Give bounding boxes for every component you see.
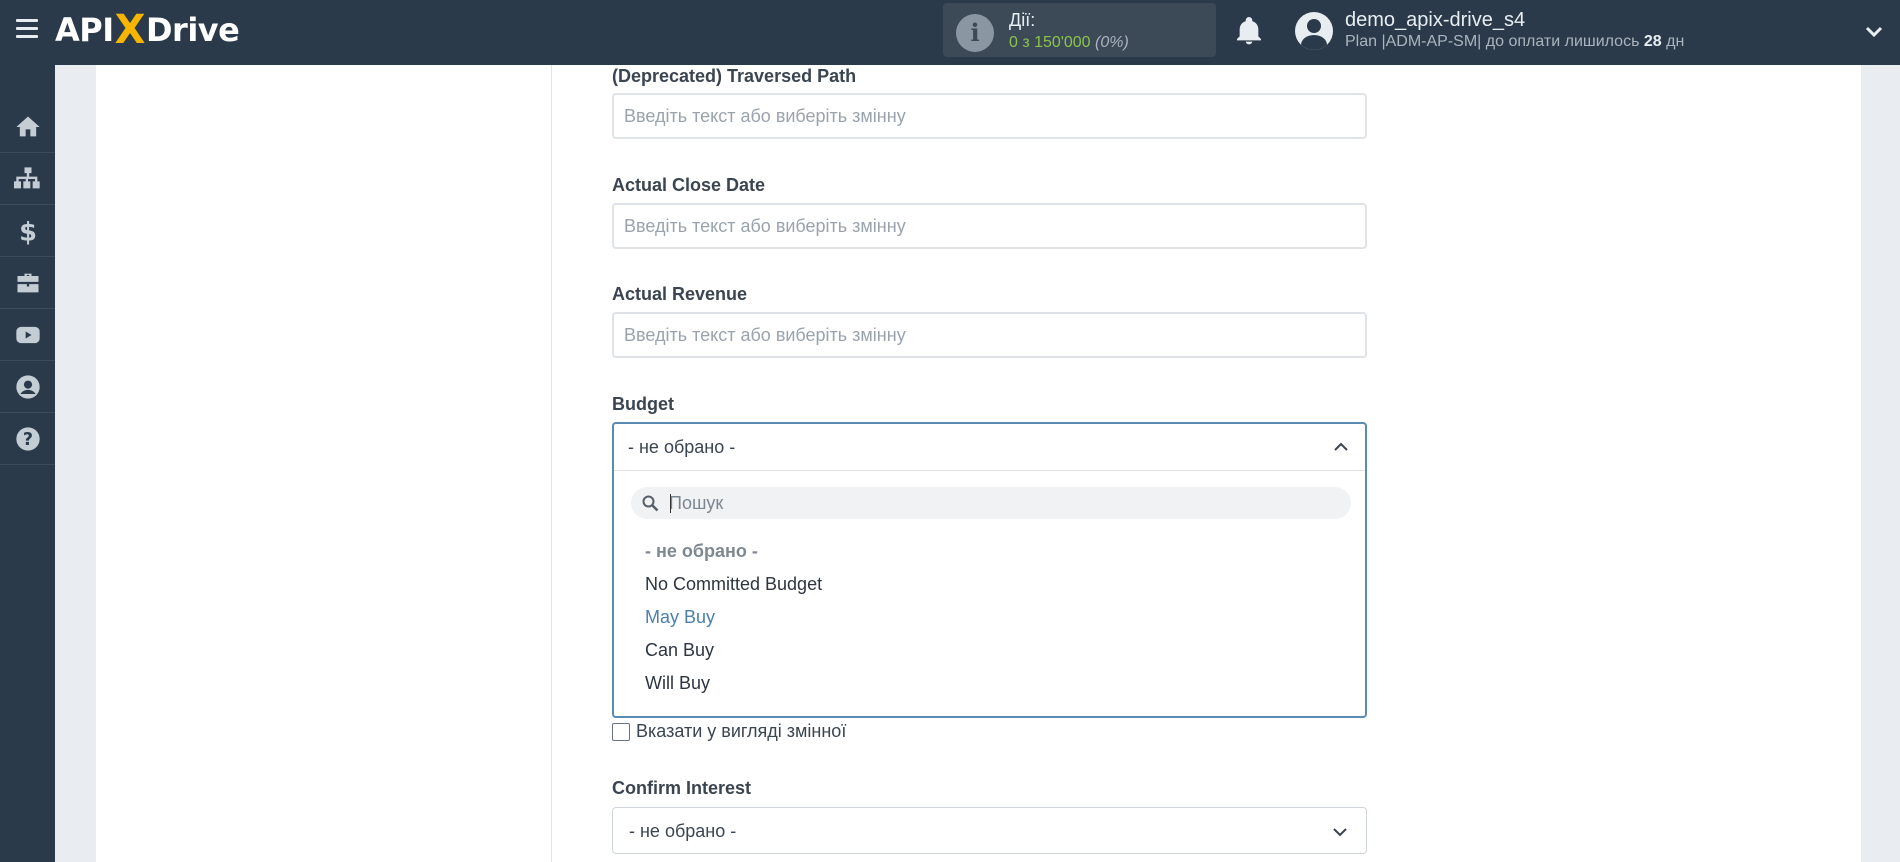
budget-label: Budget [612, 394, 674, 414]
sidebar-item-home[interactable] [0, 101, 55, 153]
variable-checkbox-row[interactable]: Вказати у вигляді змінної [612, 721, 846, 742]
home-icon [15, 116, 40, 136]
variable-checkbox[interactable] [612, 722, 630, 741]
chevron-down-icon[interactable] [1862, 20, 1886, 44]
logo-text-left: API [55, 11, 114, 49]
traversed-path-label: (Deprecated) Traversed Path [612, 66, 857, 86]
briefcase-icon [17, 273, 38, 292]
logo-text-right: Drive [145, 11, 240, 49]
budget-option-may-buy[interactable]: May Buy [645, 607, 715, 628]
hamburger-menu-icon[interactable] [16, 19, 38, 39]
plan-days: 28 [1643, 33, 1662, 50]
youtube-icon [15, 326, 40, 343]
budget-search-input[interactable] [669, 490, 1339, 516]
budget-option-will-buy[interactable]: Will Buy [645, 673, 710, 694]
actual-revenue-label: Actual Revenue [612, 284, 748, 304]
budget-select[interactable]: - не обрано - [614, 424, 1365, 471]
sidebar-item-billing[interactable]: $ [0, 205, 55, 257]
left-panel [96, 65, 551, 862]
actions-counter[interactable]: i Дії: 0 з 150'000 (0%) [943, 3, 1216, 57]
variable-checkbox-label[interactable]: Вказати у вигляді змінної [636, 721, 846, 742]
dollar-icon: $ [19, 217, 37, 245]
actual-close-date-label: Actual Close Date [612, 175, 766, 195]
budget-option-none[interactable]: - не обрано - [645, 541, 758, 562]
user-plan: Plan |ADM-AP-SM| до оплати лишилось 28 д… [1345, 33, 1684, 51]
apix-drive-logo[interactable]: API X Drive [55, 6, 240, 54]
sidebar: $ ? [0, 65, 55, 862]
text-cursor [670, 494, 671, 513]
svg-text:?: ? [22, 429, 32, 449]
user-name[interactable]: demo_apix-drive_s4 [1345, 9, 1525, 32]
confirm-interest-label: Confirm Interest [612, 778, 752, 798]
traversed-path-input[interactable] [612, 93, 1367, 139]
help-icon: ? [15, 426, 40, 451]
confirm-interest-selected-value: - не обрано - [629, 821, 737, 841]
sidebar-item-video[interactable] [0, 309, 55, 361]
confirm-interest-select[interactable]: - не обрано - [612, 807, 1367, 854]
actions-count: 0 з 150'000 [1009, 34, 1091, 51]
budget-option-no-committed[interactable]: No Committed Budget [645, 574, 822, 595]
svg-text:$: $ [19, 217, 37, 245]
budget-option-can-buy[interactable]: Can Buy [645, 640, 714, 661]
search-icon [642, 495, 659, 512]
sidebar-item-connections[interactable] [0, 153, 55, 205]
plan-prefix: Plan |ADM-AP-SM| до оплати лишилось [1345, 33, 1640, 50]
top-bar: API X Drive i Дії: 0 з 150'000 (0%) demo_a… [0, 0, 1900, 65]
actual-close-date-input[interactable] [612, 203, 1367, 249]
info-icon: i [956, 14, 994, 52]
sidebar-item-help[interactable]: ? [0, 413, 55, 465]
chevron-down-icon [1333, 828, 1347, 837]
actual-revenue-input[interactable] [612, 312, 1367, 358]
sitemap-icon [13, 166, 40, 188]
actions-value: 0 з 150'000 (0%) [1009, 34, 1129, 52]
user-avatar-icon[interactable] [1295, 12, 1333, 50]
sidebar-item-services[interactable] [0, 257, 55, 309]
bell-icon[interactable] [1233, 15, 1265, 47]
budget-dropdown: - не обрано - - не обрано - No Committed… [612, 422, 1367, 718]
budget-selected-value: - не обрано - [628, 437, 736, 457]
sidebar-item-profile[interactable] [0, 361, 55, 413]
actions-label: Дії: [1009, 10, 1036, 30]
plan-suffix: дн [1666, 33, 1685, 50]
user-circle-icon [15, 374, 40, 399]
actions-percent: (0%) [1095, 34, 1129, 51]
logo-text-x: X [114, 7, 146, 53]
budget-search [631, 487, 1351, 519]
chevron-up-icon [1334, 442, 1348, 451]
